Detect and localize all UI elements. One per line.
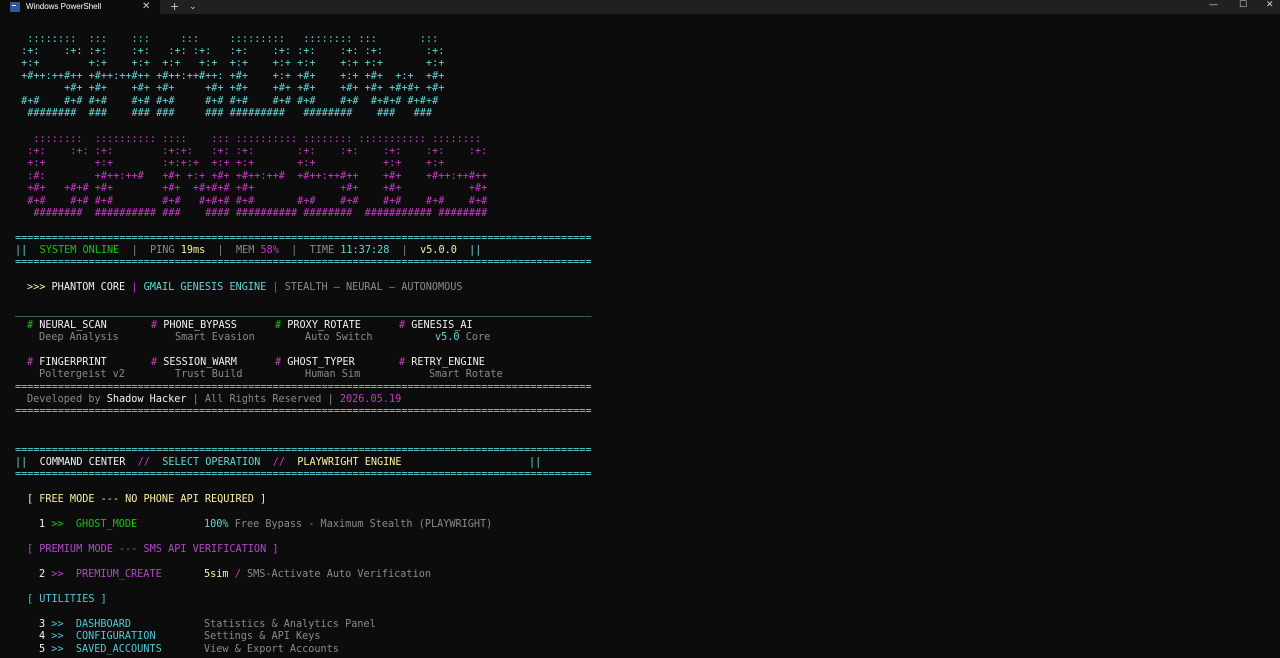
- terminal-output[interactable]: :::::::: ::: ::: ::: ::::::::: :::::::: …: [0, 14, 1280, 658]
- menu-desc: Statistics & Analytics Panel: [204, 619, 376, 630]
- credits: Developed by Shadow Hacker | All Rights …: [27, 394, 402, 405]
- time-value: 11:37:28: [340, 245, 390, 256]
- module-row: # PROXY_ROTATE: [275, 320, 361, 331]
- menu-desc: 5sim / SMS-Activate Auto Verification: [204, 569, 431, 580]
- banner-line: +#+ +#+# +#+ +#+ +#+#+# +#+ +#+ +#+ +#+: [15, 183, 488, 194]
- module-name: GHOST_TYPER: [287, 357, 355, 368]
- frame-right: ||: [529, 457, 542, 468]
- version-badge: v5.0.0: [420, 245, 457, 256]
- divider-single: ________________________________________…: [15, 306, 592, 317]
- menu-item-configuration[interactable]: 4 >> CONFIGURATION: [39, 631, 156, 643]
- banner-line: :+: :+: :+: :+: :+: :+: :+: :+: :+: :+: …: [15, 46, 445, 57]
- engine-label: PLAYWRIGHT ENGINE: [297, 457, 402, 468]
- menu-item-dashboard[interactable]: 3 >> DASHBOARD: [39, 619, 131, 631]
- engine-name: GMAIL GENESIS ENGINE: [143, 282, 267, 293]
- module-desc: Poltergeist v2: [39, 369, 125, 380]
- divider-double: ========================================…: [15, 406, 592, 417]
- divider-double: ========================================…: [15, 469, 592, 480]
- module-name: PROXY_ROTATE: [287, 320, 361, 331]
- powershell-icon: [10, 2, 20, 12]
- close-button[interactable]: ✕: [1266, 0, 1274, 10]
- module-name: NEURAL_SCAN: [39, 320, 107, 331]
- maximize-button[interactable]: ☐: [1239, 0, 1247, 10]
- module-row: # PHONE_BYPASS: [151, 320, 237, 331]
- banner-line: #+# #+# #+# #+# #+#+# #+# #+# #+# #+# #+…: [15, 196, 488, 207]
- module-desc: Human Sim: [305, 369, 361, 380]
- module-desc: Auto Switch: [305, 332, 373, 343]
- author-name: Shadow Hacker: [106, 394, 187, 405]
- divider-double: ========================================…: [15, 382, 592, 393]
- product-name: PHANTOM CORE: [51, 282, 126, 293]
- banner-line: +#+ +#+ +#+ +#+ +#+ +#+ +#+ +#+ +#+ +#+ …: [15, 83, 445, 94]
- banner-line: :::::::: ::: ::: ::: ::::::::: :::::::: …: [15, 34, 439, 45]
- command-center-header: || COMMAND CENTER // SELECT OPERATION //…: [15, 457, 402, 468]
- tab-windows-powershell[interactable]: Windows PowerShell ✕: [0, 0, 160, 14]
- menu-label: DASHBOARD: [75, 619, 132, 630]
- module-name: SESSION_WARM: [163, 357, 237, 368]
- mem-value: 58%: [260, 245, 279, 256]
- system-online-status: SYSTEM ONLINE: [39, 245, 120, 256]
- ping-value: 19ms: [180, 245, 206, 256]
- menu-item-premium-create[interactable]: 2 >> PREMIUM_CREATE: [39, 569, 162, 581]
- banner-line: +:+ +:+ :+:+:+ +:+ +:+ +:+ +:+ +:+: [15, 158, 445, 169]
- module-desc: Trust Build: [175, 369, 243, 380]
- status-bar: || SYSTEM ONLINE | PING 19ms | MEM 58% |…: [15, 245, 482, 256]
- menu-label: GHOST_MODE: [75, 519, 138, 530]
- banner-line: ######## ### ### ### ### ######### #####…: [15, 108, 433, 119]
- feature-list: STEALTH — NEURAL — AUTONOMOUS: [284, 282, 463, 293]
- module-name: FINGERPRINT: [39, 357, 107, 368]
- menu-label: PREMIUM_CREATE: [75, 569, 162, 580]
- menu-desc: Settings & API Keys: [204, 631, 321, 642]
- module-row: # RETRY_ENGINE: [399, 357, 485, 368]
- banner-line: ######## ########## ### #### ########## …: [15, 208, 488, 219]
- banner-line: +:+ +:+ +:+ +:+ +:+ +:+ +:+ +:+ +:+ +:+ …: [15, 58, 445, 69]
- banner-line: :+: :+: :+: :+:+: :+: :+: :+: :+: :+: :+…: [15, 146, 488, 157]
- banner-line: +#++:++#++ +#++:++#++ +#++:++#++: +#+ +:…: [15, 71, 445, 82]
- menu-label: SAVED_ACCOUNTS: [75, 644, 162, 655]
- divider-double: ========================================…: [15, 257, 592, 268]
- minimize-button[interactable]: —: [1209, 0, 1218, 10]
- banner-line: :#: +#++:++# +#+ +:+ +#+ +#++:++# +#++:+…: [15, 171, 488, 182]
- tab-close-button[interactable]: ✕: [142, 0, 150, 14]
- new-tab-button[interactable]: +: [170, 0, 179, 14]
- tab-dropdown-icon[interactable]: ⌄: [189, 0, 197, 14]
- section-utilities: [ UTILITIES ]: [27, 594, 107, 605]
- module-desc: Deep Analysis: [39, 332, 119, 343]
- command-center-title: COMMAND CENTER: [39, 457, 126, 468]
- module-name: PHONE_BYPASS: [163, 320, 237, 331]
- tagline: >>> PHANTOM CORE | GMAIL GENESIS ENGINE …: [27, 282, 463, 293]
- section-free-mode: [ FREE MODE --- NO PHONE API REQUIRED ]: [27, 494, 267, 505]
- module-desc: Smart Rotate: [429, 369, 503, 380]
- prompt-arrow: >>>: [27, 282, 46, 293]
- menu-label: CONFIGURATION: [75, 631, 156, 642]
- section-premium-mode: [ PREMIUM MODE --- SMS API VERIFICATION …: [27, 544, 279, 555]
- menu-desc: View & Export Accounts: [204, 644, 339, 655]
- divider-double: ========================================…: [15, 445, 592, 456]
- frame-left: ||: [15, 245, 28, 256]
- divider-double: ========================================…: [15, 233, 592, 244]
- module-row: # SESSION_WARM: [151, 357, 237, 368]
- module-name: RETRY_ENGINE: [411, 357, 485, 368]
- module-desc: Smart Evasion: [175, 332, 255, 343]
- banner-line: :::::::: :::::::::: :::: ::: :::::::::: …: [15, 134, 482, 145]
- module-row: # GHOST_TYPER: [275, 357, 355, 368]
- menu-desc: 100% Free Bypass - Maximum Stealth (PLAY…: [204, 519, 493, 530]
- tab-title: Windows PowerShell: [26, 2, 102, 11]
- title-bar: Windows PowerShell ✕ + ⌄ — ☐ ✕: [0, 0, 1280, 14]
- module-row: # NEURAL_SCAN: [27, 320, 107, 331]
- build-date: 2026.05.19: [339, 394, 402, 405]
- menu-item-saved-accounts[interactable]: 5 >> SAVED_ACCOUNTS: [39, 644, 162, 656]
- module-desc: v5.0 Core: [435, 332, 491, 343]
- module-row: # GENESIS_AI: [399, 320, 473, 331]
- module-row: # FINGERPRINT: [27, 357, 107, 368]
- module-name: GENESIS_AI: [411, 320, 473, 331]
- select-operation-label: SELECT OPERATION: [162, 457, 261, 468]
- banner-line: #+# #+# #+# #+# #+# #+# #+# #+# #+# #+# …: [15, 96, 439, 107]
- menu-item-ghost-mode[interactable]: 1 >> GHOST_MODE: [39, 519, 137, 531]
- frame-right: ||: [469, 245, 482, 256]
